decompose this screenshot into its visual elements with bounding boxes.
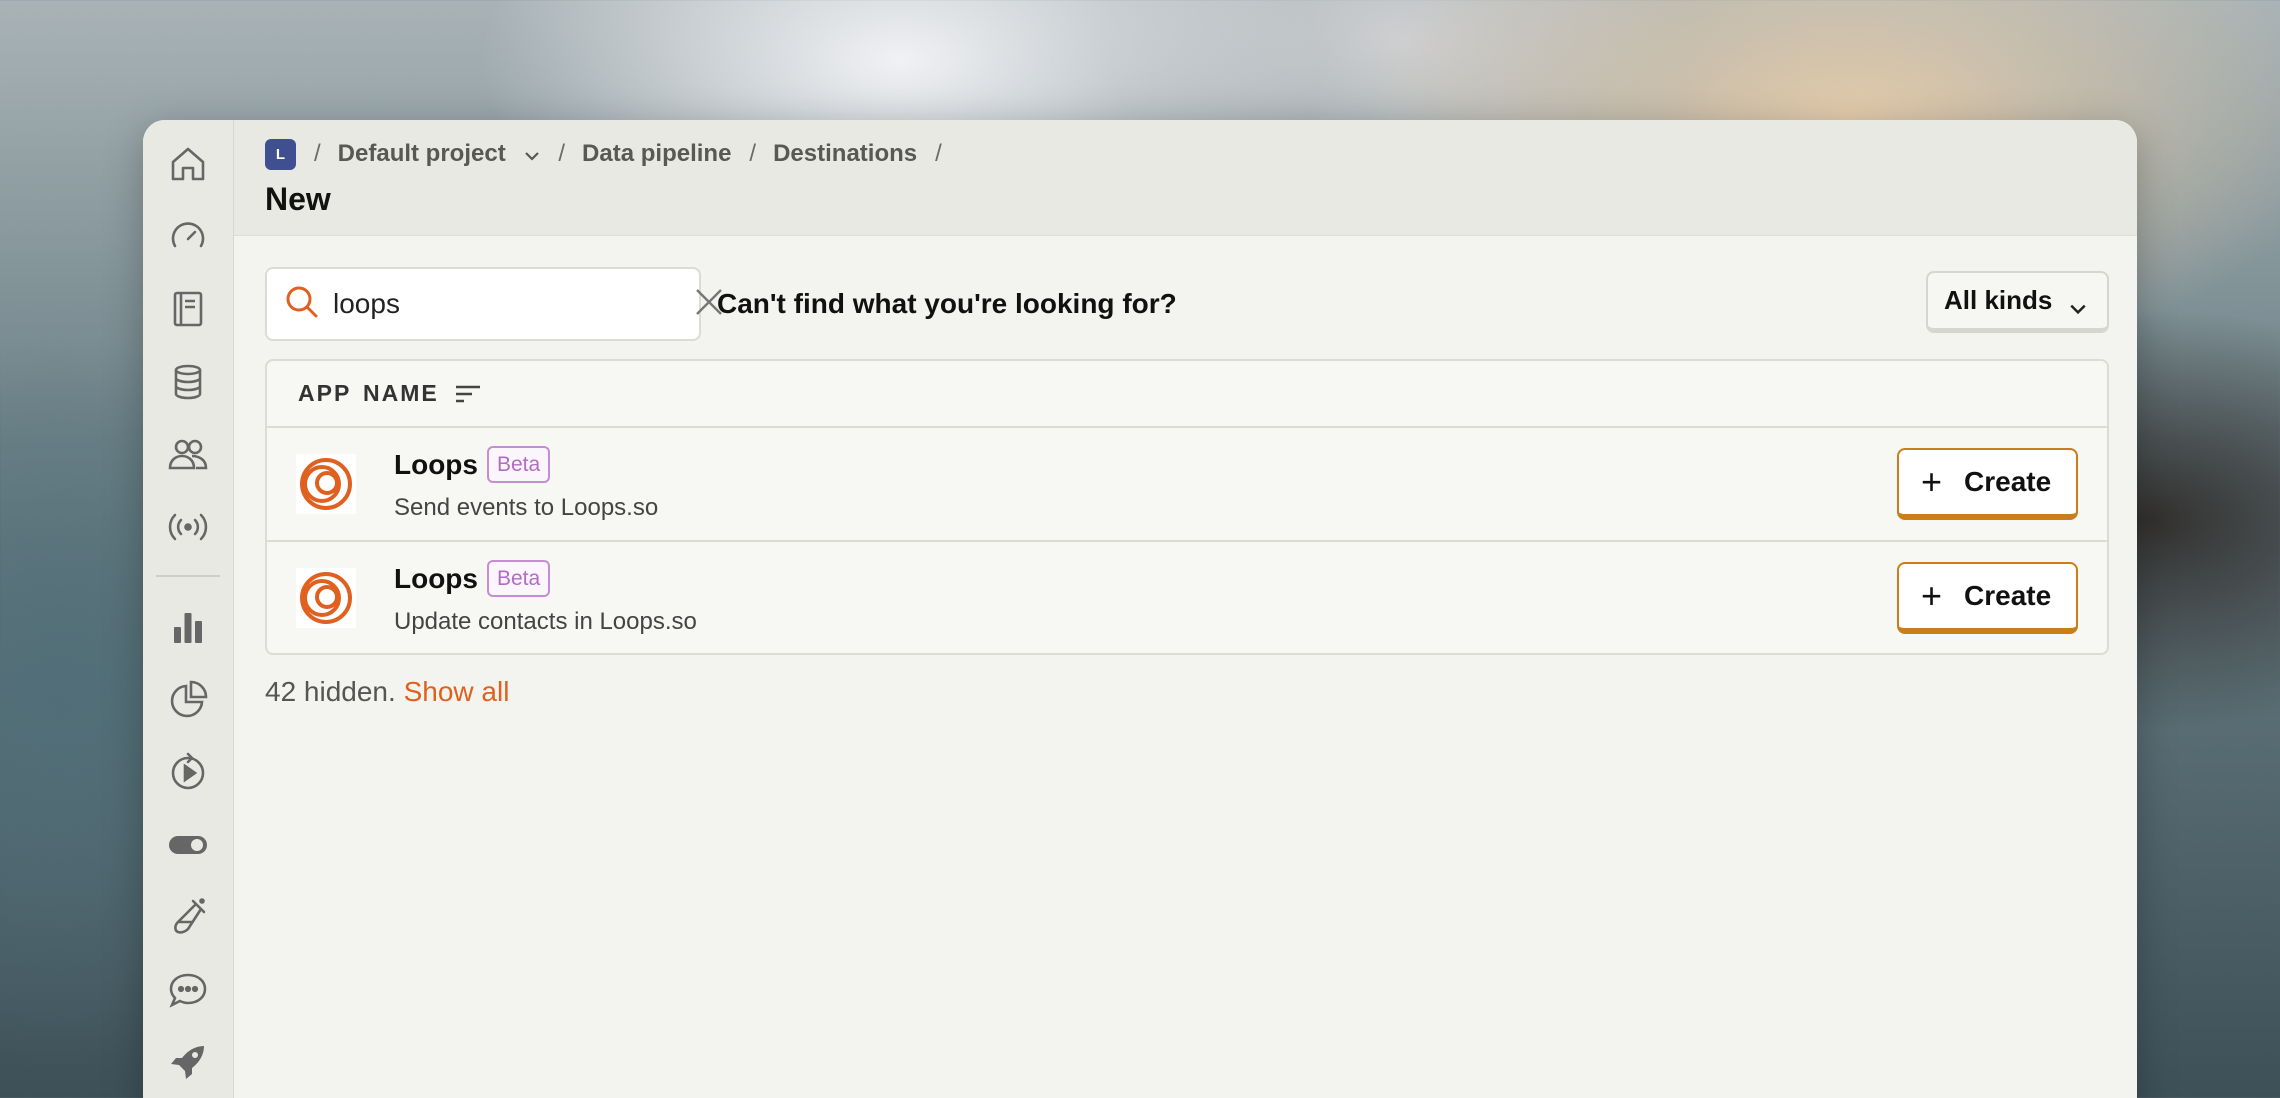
breadcrumb-project[interactable]: Default project bbox=[338, 140, 541, 168]
create-button[interactable]: + Create bbox=[1897, 562, 2078, 634]
row-title: Loops Beta bbox=[394, 446, 551, 483]
rocket-icon[interactable] bbox=[160, 1034, 216, 1090]
broadcast-icon[interactable] bbox=[160, 499, 216, 555]
people-icon[interactable] bbox=[160, 426, 216, 482]
replay-icon[interactable] bbox=[160, 744, 216, 800]
chat-icon[interactable] bbox=[160, 962, 216, 1018]
create-button-label: Create bbox=[1964, 466, 2052, 497]
column-header-name[interactable]: NAME bbox=[363, 380, 481, 407]
plus-icon: + bbox=[1921, 575, 1943, 616]
sort-icon[interactable] bbox=[455, 384, 481, 404]
project-avatar[interactable]: L bbox=[265, 138, 296, 170]
page-title: New bbox=[265, 181, 331, 217]
chevron-down-icon bbox=[2069, 291, 2087, 322]
column-header-name-label: NAME bbox=[363, 380, 439, 406]
chevron-down-icon bbox=[524, 140, 540, 168]
loops-logo-icon bbox=[296, 568, 356, 628]
create-button[interactable]: + Create bbox=[1897, 448, 2078, 520]
table-header: APP NAME bbox=[267, 361, 2107, 428]
breadcrumb-separator: / bbox=[749, 140, 757, 167]
notebook-icon[interactable] bbox=[160, 281, 216, 337]
destination-name: Loops bbox=[394, 562, 478, 594]
search-icon bbox=[285, 285, 319, 324]
dashboard-icon[interactable] bbox=[160, 209, 216, 265]
loops-logo-icon bbox=[296, 454, 356, 514]
table-row: Loops Beta Update contacts in Loops.so +… bbox=[267, 542, 2107, 653]
breadcrumb-data-pipeline[interactable]: Data pipeline bbox=[582, 140, 731, 168]
destination-name: Loops bbox=[394, 448, 478, 480]
top-bar: L / Default project / Data pipeline / De… bbox=[234, 120, 2137, 236]
sidebar-divider bbox=[156, 575, 220, 577]
help-text: Can't find what you're looking for? bbox=[717, 288, 1177, 319]
toggle-icon[interactable] bbox=[160, 817, 216, 873]
table-row: Loops Beta Send events to Loops.so + Cre… bbox=[267, 428, 2107, 542]
bar-chart-icon[interactable] bbox=[160, 599, 216, 655]
create-button-label: Create bbox=[1964, 580, 2052, 611]
pie-chart-icon[interactable] bbox=[160, 672, 216, 728]
home-icon[interactable] bbox=[160, 136, 216, 192]
toolbar: Can't find what you're looking for? All … bbox=[265, 236, 2109, 341]
beta-badge: Beta bbox=[487, 560, 551, 597]
breadcrumb-destinations[interactable]: Destinations bbox=[773, 140, 917, 168]
sidebar bbox=[143, 120, 234, 1098]
hidden-count: 42 hidden. Show all bbox=[265, 676, 509, 708]
kind-filter-label: All kinds bbox=[1944, 285, 2053, 315]
show-all-link[interactable]: Show all bbox=[404, 676, 510, 707]
plus-icon: + bbox=[1921, 461, 1943, 502]
breadcrumb-separator: / bbox=[935, 140, 942, 167]
breadcrumb-separator: / bbox=[314, 140, 321, 167]
flask-icon[interactable] bbox=[160, 889, 216, 945]
row-title: Loops Beta bbox=[394, 560, 551, 597]
beta-badge: Beta bbox=[487, 446, 551, 483]
column-header-app: APP bbox=[298, 380, 352, 406]
destination-description: Update contacts in Loops.so bbox=[394, 608, 697, 635]
destinations-table: APP NAME Loops Beta Send events to Loops… bbox=[265, 359, 2109, 655]
kind-filter-select[interactable]: All kinds bbox=[1926, 271, 2109, 333]
breadcrumb-separator: / bbox=[558, 140, 566, 167]
search-input[interactable] bbox=[333, 288, 694, 320]
destination-description: Send events to Loops.so bbox=[394, 494, 659, 521]
app-window: L / Default project / Data pipeline / De… bbox=[143, 120, 2137, 1098]
search-box bbox=[265, 267, 722, 341]
hidden-count-text: 42 hidden. bbox=[265, 676, 396, 707]
database-icon[interactable] bbox=[160, 354, 216, 410]
breadcrumb-project-label: Default project bbox=[337, 140, 506, 167]
breadcrumb: L / Default project / Data pipeline / De… bbox=[265, 136, 2137, 172]
